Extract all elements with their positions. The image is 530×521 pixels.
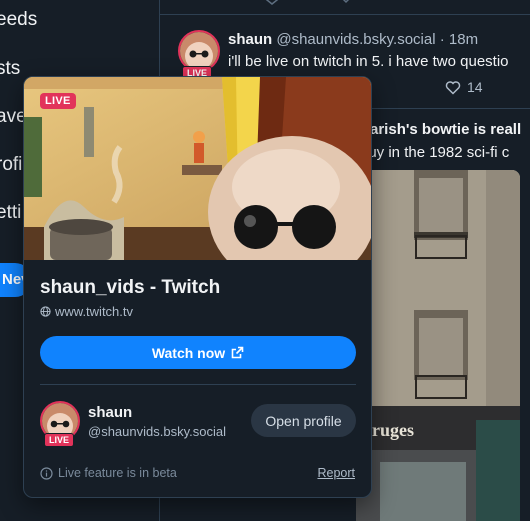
profile-handle: @shaunvids.bsky.social — [88, 424, 226, 439]
report-link[interactable]: Report — [317, 466, 355, 480]
stream-title: shaun_vids - Twitch — [40, 277, 221, 298]
stream-url: www.twitch.tv — [40, 304, 133, 319]
sidebar-item-profile[interactable]: rofi — [0, 154, 22, 176]
post-text-line: guy in the 1982 sci-fi c — [360, 144, 510, 161]
post-text-line: Parish's bowtie is reall — [360, 121, 522, 138]
post-text: Parish's bowtie is reall guy in the 1982… — [360, 118, 521, 164]
sidebar-item-settings[interactable]: etti — [0, 202, 21, 224]
external-link-icon — [231, 346, 244, 359]
post-header: shaun @shaunvids.bsky.social · 18m — [228, 31, 478, 48]
card-divider — [40, 384, 356, 385]
globe-icon — [40, 306, 51, 317]
live-badge: LIVE — [40, 93, 76, 109]
profile-name: shaun — [88, 404, 133, 421]
storefront-sign: ruges — [372, 420, 414, 440]
url-text: www.twitch.tv — [55, 304, 134, 319]
watch-now-label: Watch now — [151, 344, 226, 361]
like-button[interactable]: 14 — [445, 79, 483, 95]
post-image[interactable]: ruges — [356, 170, 520, 521]
live-indicator: LIVE — [44, 433, 75, 447]
feed-divider — [160, 14, 530, 15]
post-time: · 18m — [439, 31, 479, 48]
sidebar-item-lists[interactable]: sts — [0, 58, 20, 80]
author-name[interactable]: shaun — [228, 31, 272, 48]
sidebar-item-feeds[interactable]: eeds — [0, 9, 37, 31]
post-text: i'll be live on twitch in 5. i have two … — [228, 53, 509, 70]
info-icon — [40, 466, 53, 480]
post-action-icons — [265, 0, 350, 5]
author-handle[interactable]: @shaunvids.bsky.social — [276, 31, 435, 48]
heart-icon — [445, 80, 461, 95]
open-profile-button[interactable]: Open profile — [251, 404, 356, 437]
stream-thumbnail[interactable]: LIVE — [24, 77, 371, 260]
watch-now-button[interactable]: Watch now — [40, 336, 356, 369]
beta-notice: Live feature is in beta — [40, 466, 177, 480]
beta-text: Live feature is in beta — [58, 466, 177, 480]
live-stream-card: LIVE shaun_vids - Twitch www.twitch.tv W… — [23, 76, 372, 498]
like-count: 14 — [467, 79, 483, 95]
